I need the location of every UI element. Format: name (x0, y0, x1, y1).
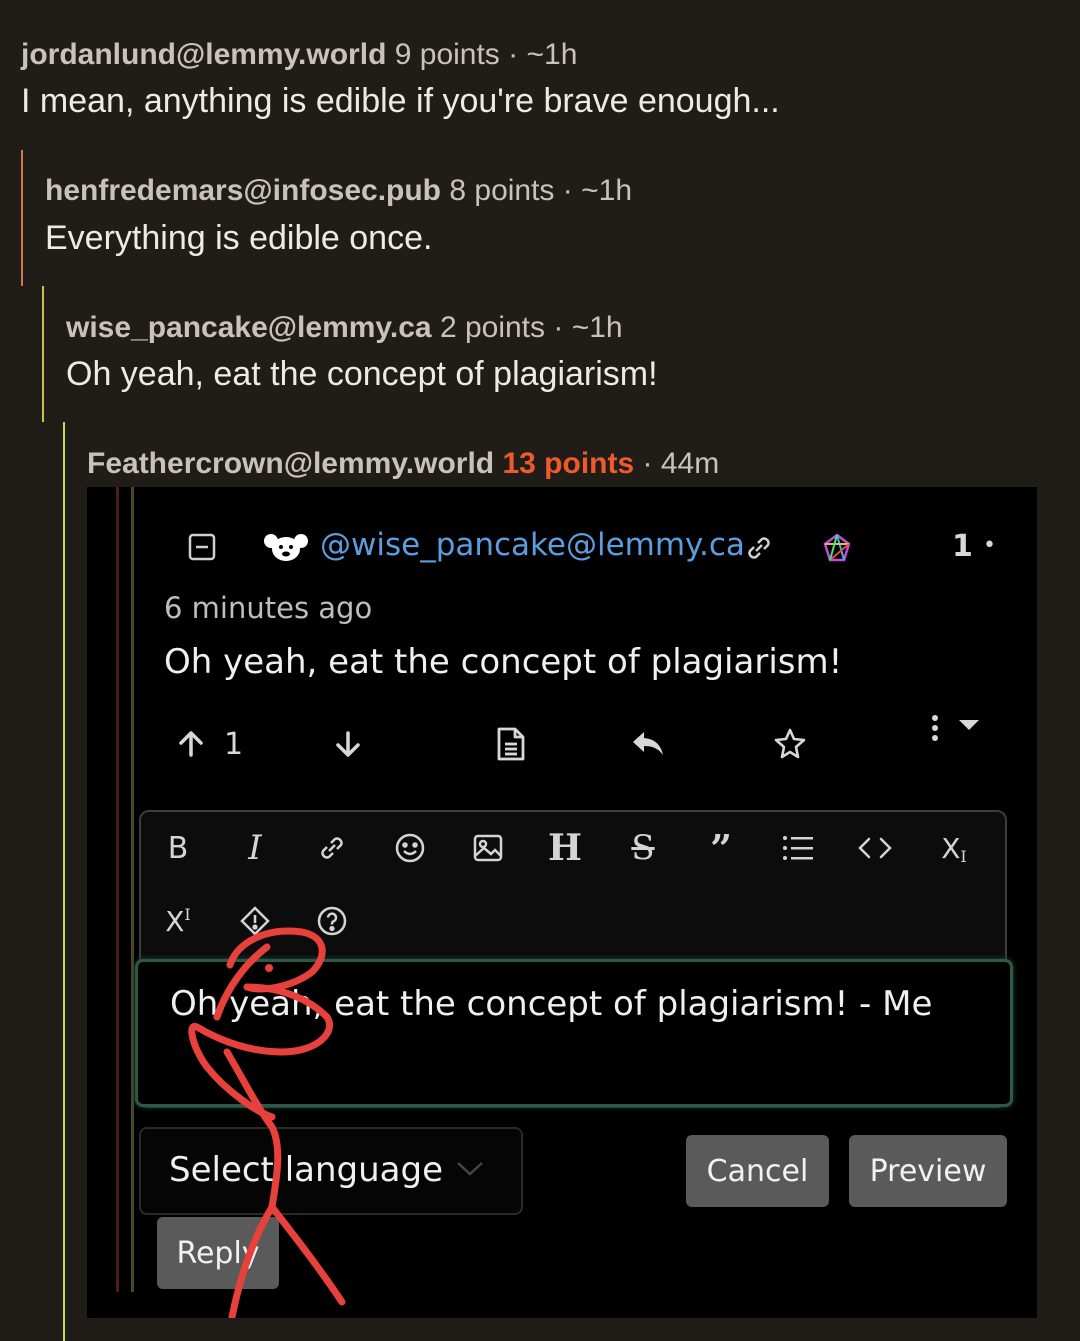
comment-meta: jordanlund@lemmy.world 9 points · ~1h (21, 38, 577, 72)
author-link[interactable]: henfredemars@infosec.pub (45, 174, 441, 207)
comment-text: I mean, anything is edible if you're bra… (21, 82, 780, 120)
author-link[interactable]: Feathercrown@lemmy.world (87, 447, 494, 480)
comment-meta: wise_pancake@lemmy.ca 2 points · ~1h (66, 311, 623, 345)
points: 8 points (449, 174, 555, 207)
author-link[interactable]: jordanlund@lemmy.world (21, 38, 386, 71)
age: ~1h (571, 311, 623, 344)
comment-text: Everything is edible once. (45, 219, 433, 257)
separator: · (562, 174, 573, 207)
comment-text: Oh yeah, eat the concept of plagiarism! (66, 355, 658, 393)
embedded-screenshot: @wise_pancake@lemmy.ca 1 • 6 minutes ago… (87, 487, 1037, 1318)
age: ~1h (581, 174, 633, 207)
author-link[interactable]: wise_pancake@lemmy.ca (66, 311, 432, 344)
separator: · (508, 38, 519, 71)
thread-line-3 (63, 422, 65, 1341)
points: 2 points (439, 311, 546, 344)
separator: · (642, 447, 653, 480)
comment-meta: Feathercrown@lemmy.world 13 points · 44m (87, 447, 719, 481)
points: 9 points (394, 38, 500, 71)
red-scribble-drawing (188, 927, 346, 1318)
comment-meta: henfredemars@infosec.pub 8 points · ~1h (45, 174, 632, 208)
points: 13 points (502, 447, 635, 480)
thread-line-2 (42, 286, 44, 422)
thread-line-1 (21, 150, 23, 286)
age: 44m (660, 447, 720, 480)
separator: · (553, 311, 564, 344)
age: ~1h (526, 38, 578, 71)
